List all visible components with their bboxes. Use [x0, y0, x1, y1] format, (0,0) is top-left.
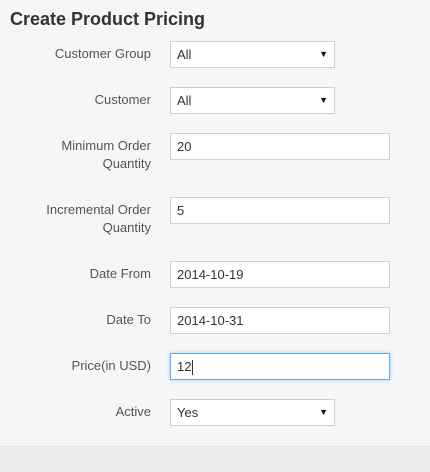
price-value: 12 — [177, 359, 192, 374]
price-label: Price(in USD) — [71, 358, 151, 373]
active-value: Yes — [177, 405, 199, 420]
incremental-order-qty-label: Incremental Order Quantity — [11, 201, 151, 237]
incremental-order-qty-input[interactable]: 5 — [170, 197, 390, 224]
incremental-order-qty-label-line2: Quantity — [102, 220, 151, 235]
date-from-value: 2014-10-19 — [177, 267, 244, 282]
min-order-qty-label-line2: Quantity — [102, 156, 151, 171]
customer-select[interactable]: All ▼ — [170, 87, 335, 114]
customer-group-label: Customer Group — [54, 46, 151, 61]
customer-group-value: All — [177, 47, 192, 62]
footer-bar — [0, 446, 430, 472]
incremental-order-qty-value: 5 — [177, 203, 185, 218]
date-to-label: Date To — [106, 312, 151, 327]
date-to-input[interactable]: 2014-10-31 — [170, 307, 390, 334]
customer-group-select[interactable]: All ▼ — [170, 41, 335, 68]
text-cursor — [192, 360, 194, 376]
date-from-input[interactable]: 2014-10-19 — [170, 261, 390, 288]
caret-down-icon: ▼ — [319, 407, 328, 417]
incremental-order-qty-label-line1: Incremental Order — [46, 202, 151, 217]
page-title: Create Product Pricing — [10, 9, 206, 29]
caret-down-icon: ▼ — [319, 95, 328, 105]
active-select[interactable]: Yes ▼ — [170, 399, 335, 426]
customer-value: All — [177, 93, 192, 108]
min-order-qty-label: Minimum Order Quantity — [11, 137, 151, 173]
active-label: Active — [115, 404, 151, 419]
price-input[interactable]: 12 — [170, 353, 390, 380]
caret-down-icon: ▼ — [319, 49, 328, 59]
customer-label: Customer — [94, 92, 151, 107]
date-to-value: 2014-10-31 — [177, 313, 244, 328]
min-order-qty-label-line1: Minimum Order — [61, 138, 151, 153]
date-from-label: Date From — [89, 266, 151, 281]
min-order-qty-input[interactable]: 20 — [170, 133, 390, 160]
min-order-qty-value: 20 — [177, 139, 192, 154]
